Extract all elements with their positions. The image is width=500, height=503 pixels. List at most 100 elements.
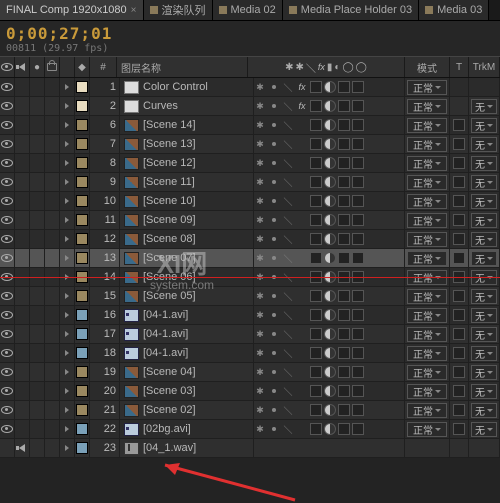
blend-mode-dropdown[interactable]: 正常 <box>407 327 447 342</box>
lock-toggle[interactable] <box>45 116 60 134</box>
adjustment-switch[interactable] <box>338 176 350 188</box>
3d-switch[interactable] <box>352 176 364 188</box>
fx-switch[interactable]: fx <box>296 81 308 93</box>
layer-switches[interactable]: ✱＼ <box>254 325 405 343</box>
adjustment-switch[interactable] <box>338 81 350 93</box>
layer-name-cell[interactable]: [Scene 07] <box>120 249 254 267</box>
quality-switch[interactable]: ＼ <box>282 195 294 207</box>
lock-toggle[interactable] <box>45 401 60 419</box>
twirl-toggle[interactable] <box>60 230 75 248</box>
label-color[interactable] <box>75 420 90 438</box>
preserve-transparency[interactable] <box>450 135 469 153</box>
blend-mode-dropdown[interactable]: 正常 <box>407 80 447 95</box>
frame-blend-switch[interactable] <box>310 328 322 340</box>
frame-blend-switch[interactable] <box>310 309 322 321</box>
label-color[interactable] <box>75 173 90 191</box>
layer-switches[interactable]: ✱＼ <box>254 287 405 305</box>
layer-row[interactable]: 15[Scene 05]✱＼正常无 <box>0 287 500 306</box>
visibility-toggle[interactable] <box>0 135 15 153</box>
visibility-toggle[interactable] <box>0 363 15 381</box>
track-matte-dropdown[interactable]: 无 <box>471 327 497 342</box>
layer-switches[interactable]: ✱＼ <box>254 135 405 153</box>
label-color[interactable] <box>75 116 90 134</box>
audio-toggle[interactable] <box>15 420 30 438</box>
quality-switch[interactable]: ＼ <box>282 119 294 131</box>
audio-toggle[interactable] <box>15 97 30 115</box>
fx-switch[interactable] <box>296 119 308 131</box>
layer-name-cell[interactable]: [04-1.avi] <box>120 306 254 324</box>
label-color[interactable] <box>75 306 90 324</box>
preserve-transparency[interactable] <box>450 116 469 134</box>
layer-row[interactable]: 18[04-1.avi]✱＼正常无 <box>0 344 500 363</box>
layer-switches[interactable]: ✱＼ <box>254 249 405 267</box>
shy-switch[interactable]: ✱ <box>254 385 266 397</box>
track-matte-dropdown[interactable]: 无 <box>471 99 497 114</box>
audio-toggle[interactable] <box>15 439 30 457</box>
blend-mode-dropdown[interactable]: 正常 <box>407 232 447 247</box>
twirl-toggle[interactable] <box>60 306 75 324</box>
shy-switch[interactable]: ✱ <box>254 366 266 378</box>
layer-name-cell[interactable]: [Scene 13] <box>120 135 254 153</box>
collapse-switch[interactable] <box>268 176 280 188</box>
quality-switch[interactable]: ＼ <box>282 138 294 150</box>
adjustment-switch[interactable] <box>338 290 350 302</box>
visibility-toggle[interactable] <box>0 382 15 400</box>
audio-toggle[interactable] <box>15 325 30 343</box>
layer-name-cell[interactable]: [Scene 03] <box>120 382 254 400</box>
label-color[interactable] <box>75 401 90 419</box>
solo-toggle[interactable] <box>30 135 45 153</box>
layer-row[interactable]: 8[Scene 12]✱＼正常无 <box>0 154 500 173</box>
fx-switch[interactable]: fx <box>296 100 308 112</box>
fx-switch[interactable] <box>296 252 308 264</box>
motion-blur-switch[interactable] <box>324 404 336 416</box>
audio-toggle[interactable] <box>15 230 30 248</box>
twirl-toggle[interactable] <box>60 287 75 305</box>
solo-toggle[interactable] <box>30 439 45 457</box>
3d-switch[interactable] <box>352 157 364 169</box>
motion-blur-switch[interactable] <box>324 328 336 340</box>
twirl-toggle[interactable] <box>60 401 75 419</box>
label-color[interactable] <box>75 192 90 210</box>
collapse-switch[interactable] <box>268 347 280 359</box>
twirl-toggle[interactable] <box>60 173 75 191</box>
quality-switch[interactable]: ＼ <box>282 233 294 245</box>
twirl-toggle[interactable] <box>60 192 75 210</box>
motion-blur-switch[interactable] <box>324 423 336 435</box>
lock-toggle[interactable] <box>45 249 60 267</box>
motion-blur-switch[interactable] <box>324 309 336 321</box>
collapse-switch[interactable] <box>268 100 280 112</box>
adjustment-switch[interactable] <box>338 347 350 359</box>
lock-toggle[interactable] <box>45 135 60 153</box>
layer-row[interactable]: 1Color Control✱＼fx正常 <box>0 78 500 97</box>
layer-switches[interactable]: ✱＼ <box>254 173 405 191</box>
shy-switch[interactable]: ✱ <box>254 100 266 112</box>
3d-switch[interactable] <box>352 423 364 435</box>
layer-switches[interactable]: ✱＼ <box>254 382 405 400</box>
shy-switch[interactable]: ✱ <box>254 176 266 188</box>
3d-switch[interactable] <box>352 290 364 302</box>
label-color[interactable] <box>75 78 90 96</box>
lock-toggle[interactable] <box>45 97 60 115</box>
visibility-toggle[interactable] <box>0 97 15 115</box>
quality-switch[interactable]: ＼ <box>282 176 294 188</box>
audio-toggle[interactable] <box>15 211 30 229</box>
preserve-transparency[interactable] <box>450 363 469 381</box>
panel-tab[interactable]: Media Place Holder 03 <box>283 0 419 20</box>
visibility-toggle[interactable] <box>0 173 15 191</box>
layer-switches[interactable]: ✱＼ <box>254 344 405 362</box>
twirl-toggle[interactable] <box>60 439 75 457</box>
layer-name-cell[interactable]: [04_1.wav] <box>120 439 254 457</box>
track-matte-dropdown[interactable]: 无 <box>471 156 497 171</box>
quality-switch[interactable]: ＼ <box>282 385 294 397</box>
panel-tab[interactable]: FINAL Comp 1920x1080× <box>0 0 144 20</box>
shy-switch[interactable]: ✱ <box>254 290 266 302</box>
visibility-toggle[interactable] <box>0 230 15 248</box>
frame-blend-switch[interactable] <box>310 138 322 150</box>
track-matte-dropdown[interactable]: 无 <box>471 194 497 209</box>
audio-toggle[interactable] <box>15 154 30 172</box>
fx-switch[interactable] <box>296 347 308 359</box>
twirl-toggle[interactable] <box>60 363 75 381</box>
blend-mode-dropdown[interactable]: 正常 <box>407 156 447 171</box>
3d-switch[interactable] <box>352 347 364 359</box>
audio-toggle[interactable] <box>15 116 30 134</box>
